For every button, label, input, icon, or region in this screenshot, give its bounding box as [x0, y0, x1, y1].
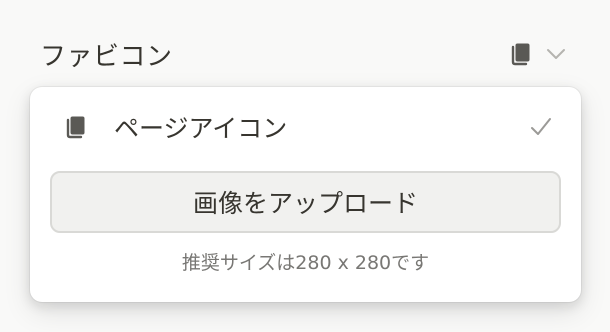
page-icon-option[interactable]: ページアイコン — [50, 101, 564, 153]
favicon-dropdown-menu: ページアイコン 画像をアップロード 推奨サイズは280 x 280です — [30, 87, 581, 302]
page-icon — [510, 42, 532, 66]
favicon-label: ファビコン — [40, 41, 173, 72]
recommended-size-hint: 推奨サイズは280 x 280です — [181, 252, 430, 274]
check-icon — [524, 110, 558, 144]
favicon-dropdown-trigger[interactable] — [510, 36, 570, 72]
chevron-down-icon — [546, 48, 566, 60]
upload-image-button[interactable]: 画像をアップロード — [50, 171, 561, 233]
page-icon-option-label: ページアイコン — [114, 114, 288, 143]
page-icon — [50, 101, 102, 153]
favicon-setting-row: ファビコン — [40, 34, 570, 74]
